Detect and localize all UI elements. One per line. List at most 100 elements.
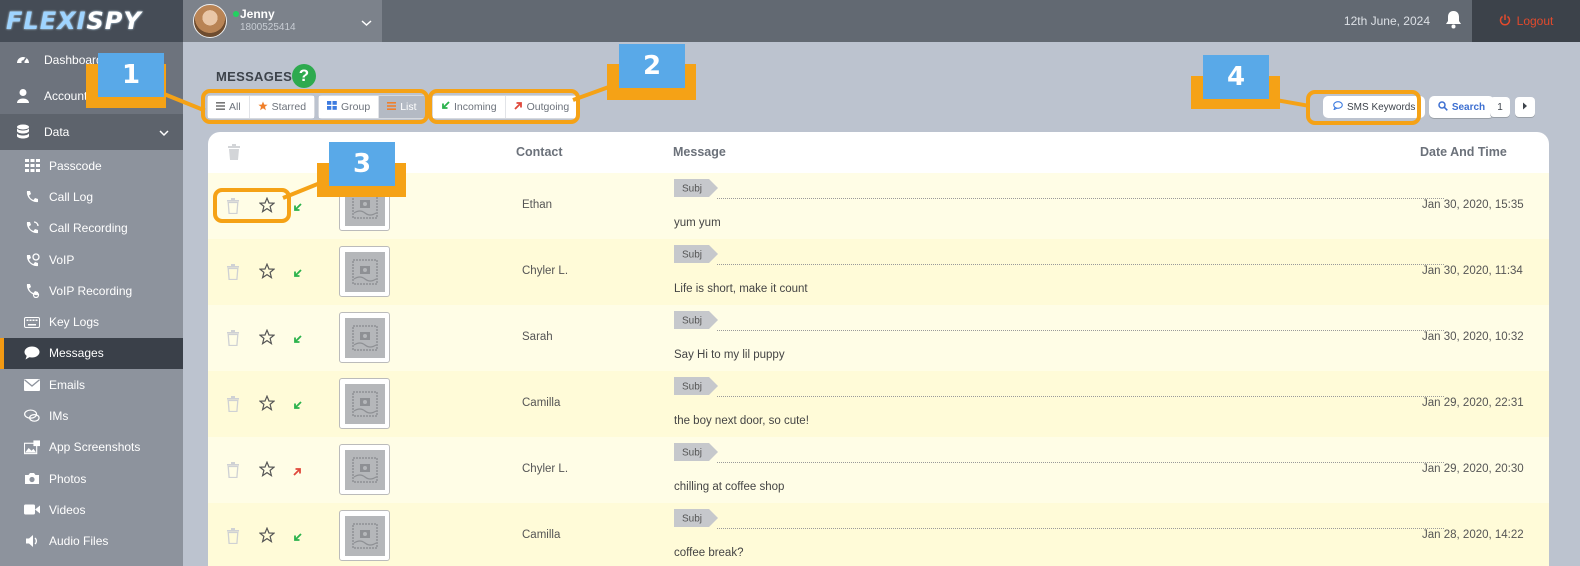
column-header-date[interactable]: Date And Time xyxy=(1420,145,1507,159)
sidebar-item-label: Photos xyxy=(49,471,87,486)
delete-trash-icon[interactable] xyxy=(226,528,240,547)
sidebar-item-audio-files[interactable]: Audio Files xyxy=(0,526,183,557)
contact-name[interactable]: Sarah xyxy=(522,331,553,343)
contact-photo-placeholder[interactable] xyxy=(339,312,390,363)
message-text[interactable]: Life is short, make it count xyxy=(674,283,808,295)
sidebar-item-key-logs[interactable]: Key Logs xyxy=(0,306,183,337)
page-title: MESSAGES xyxy=(216,69,293,84)
contact-photo-placeholder[interactable] xyxy=(339,246,390,297)
delete-trash-icon[interactable] xyxy=(226,396,240,415)
message-text[interactable]: chilling at coffee shop xyxy=(674,481,784,493)
delete-all-trash-icon[interactable] xyxy=(227,144,241,163)
envelope-icon xyxy=(24,377,40,393)
table-row[interactable]: Chyler L. Subj chilling at coffee shop Jan … xyxy=(208,437,1549,503)
callout-3: 3 xyxy=(329,142,395,186)
table-row[interactable]: Sarah Subj Say Hi to my lil puppy Jan 30, 2… xyxy=(208,305,1549,371)
sidebar-item-passcode[interactable]: Passcode xyxy=(0,150,183,181)
contact-name[interactable]: Chyler L. xyxy=(522,463,568,475)
page-number-button[interactable]: 1 xyxy=(1490,97,1510,117)
subject-divider xyxy=(717,198,1444,199)
search-icon xyxy=(1438,100,1448,114)
sidebar-item-label: Call Recording xyxy=(49,221,128,236)
callout-1: 1 xyxy=(98,53,164,97)
flexispy-logo[interactable]: FLEXISPY xyxy=(6,7,142,35)
sidebar-item-label: Videos xyxy=(49,502,86,517)
sidebar-item-voip[interactable]: VoIP xyxy=(0,244,183,275)
nav-item-data[interactable]: Data xyxy=(0,114,183,150)
subject-tag-label: Subj xyxy=(682,514,702,525)
messages-table: Contact Message Date And Time Ethan Subj y… xyxy=(208,132,1549,566)
contact-name[interactable]: Camilla xyxy=(522,529,560,541)
subject-divider xyxy=(717,264,1444,265)
subject-tag-label: Subj xyxy=(682,316,702,327)
image-placeholder-icon xyxy=(344,317,385,358)
image-placeholder-icon xyxy=(344,383,385,424)
grid-icon xyxy=(24,158,40,174)
current-date: 12th June, 2024 xyxy=(1343,14,1430,28)
sidebar-item-label: Key Logs xyxy=(49,315,100,330)
sidebar-item-call-log[interactable]: Call Log xyxy=(0,181,183,212)
star-outline-icon[interactable] xyxy=(258,328,276,348)
help-icon[interactable]: ? xyxy=(292,64,316,88)
sidebar-item-emails[interactable]: Emails xyxy=(0,369,183,400)
database-icon xyxy=(14,123,32,141)
image-placeholder-icon xyxy=(344,515,385,556)
image-placeholder-icon xyxy=(344,449,385,490)
message-date: Jan 30, 2020, 10:32 xyxy=(1422,331,1524,343)
column-header-contact[interactable]: Contact xyxy=(516,145,563,159)
sidebar-item-label: Messages xyxy=(49,346,104,361)
ims-icon xyxy=(24,408,40,424)
power-icon xyxy=(1499,14,1511,29)
voip-recording-icon xyxy=(24,283,40,299)
contact-name[interactable]: Chyler L. xyxy=(522,265,568,277)
message-date: Jan 28, 2020, 14:22 xyxy=(1422,529,1524,541)
message-text[interactable]: coffee break? xyxy=(674,547,743,559)
subject-tag: Subj xyxy=(674,311,718,329)
delete-trash-icon[interactable] xyxy=(226,264,240,283)
message-text[interactable]: Say Hi to my lil puppy xyxy=(674,349,785,361)
table-row[interactable]: Camilla Subj the boy next door, so cute! Ja… xyxy=(208,371,1549,437)
outgoing-arrow-icon xyxy=(293,465,302,479)
sidebar-item-photos[interactable]: Photos xyxy=(0,463,183,494)
logout-button[interactable]: Logout xyxy=(1472,0,1580,42)
contact-photo-placeholder[interactable] xyxy=(339,510,390,561)
sidebar-item-ims[interactable]: IMs xyxy=(0,400,183,431)
user-switcher[interactable]: Jenny 1800525414 xyxy=(183,0,382,42)
subject-tag: Subj xyxy=(674,377,718,395)
sidebar-item-videos[interactable]: Videos xyxy=(0,494,183,525)
star-outline-icon[interactable] xyxy=(258,262,276,282)
logo-left-text: FLEXI xyxy=(6,7,87,35)
search-button[interactable]: Search xyxy=(1429,96,1494,118)
table-row[interactable]: Ethan Subj yum yum Jan 30, 2020, 15:35 xyxy=(208,173,1549,239)
table-row[interactable]: Camilla Subj coffee break? Jan 28, 2020, 14… xyxy=(208,503,1549,566)
star-outline-icon[interactable] xyxy=(258,460,276,480)
column-header-message[interactable]: Message xyxy=(673,145,726,159)
sidebar-item-voip-recording[interactable]: VoIP Recording xyxy=(0,275,183,306)
message-date: Jan 29, 2020, 22:31 xyxy=(1422,397,1524,409)
contact-name[interactable]: Ethan xyxy=(522,199,552,211)
sidebar-item-label: App Screenshots xyxy=(49,440,141,455)
message-text[interactable]: the boy next door, so cute! xyxy=(674,415,809,427)
delete-trash-icon[interactable] xyxy=(226,462,240,481)
sidebar-item-app-screenshots[interactable]: App Screenshots xyxy=(0,432,183,463)
screenshot-icon xyxy=(24,439,40,455)
incoming-arrow-icon xyxy=(293,399,302,413)
incoming-arrow-icon xyxy=(293,267,302,281)
star-outline-icon[interactable] xyxy=(258,394,276,414)
incoming-arrow-icon xyxy=(293,201,302,215)
sidebar-item-messages[interactable]: Messages xyxy=(0,337,183,370)
camera-icon xyxy=(24,471,40,487)
contact-photo-placeholder[interactable] xyxy=(339,378,390,429)
next-page-button[interactable] xyxy=(1515,97,1535,117)
incoming-arrow-icon xyxy=(293,531,302,545)
message-text[interactable]: yum yum xyxy=(674,217,721,229)
contact-photo-placeholder[interactable] xyxy=(339,444,390,495)
table-row[interactable]: Chyler L. Subj Life is short, make it coun… xyxy=(208,239,1549,305)
delete-trash-icon[interactable] xyxy=(226,330,240,349)
bell-icon[interactable] xyxy=(1445,10,1462,32)
sidebar-item-label: Call Log xyxy=(49,189,94,204)
sidebar-item-call-recording[interactable]: Call Recording xyxy=(0,213,183,244)
subject-tag-label: Subj xyxy=(682,184,702,195)
star-outline-icon[interactable] xyxy=(258,526,276,546)
contact-name[interactable]: Camilla xyxy=(522,397,560,409)
